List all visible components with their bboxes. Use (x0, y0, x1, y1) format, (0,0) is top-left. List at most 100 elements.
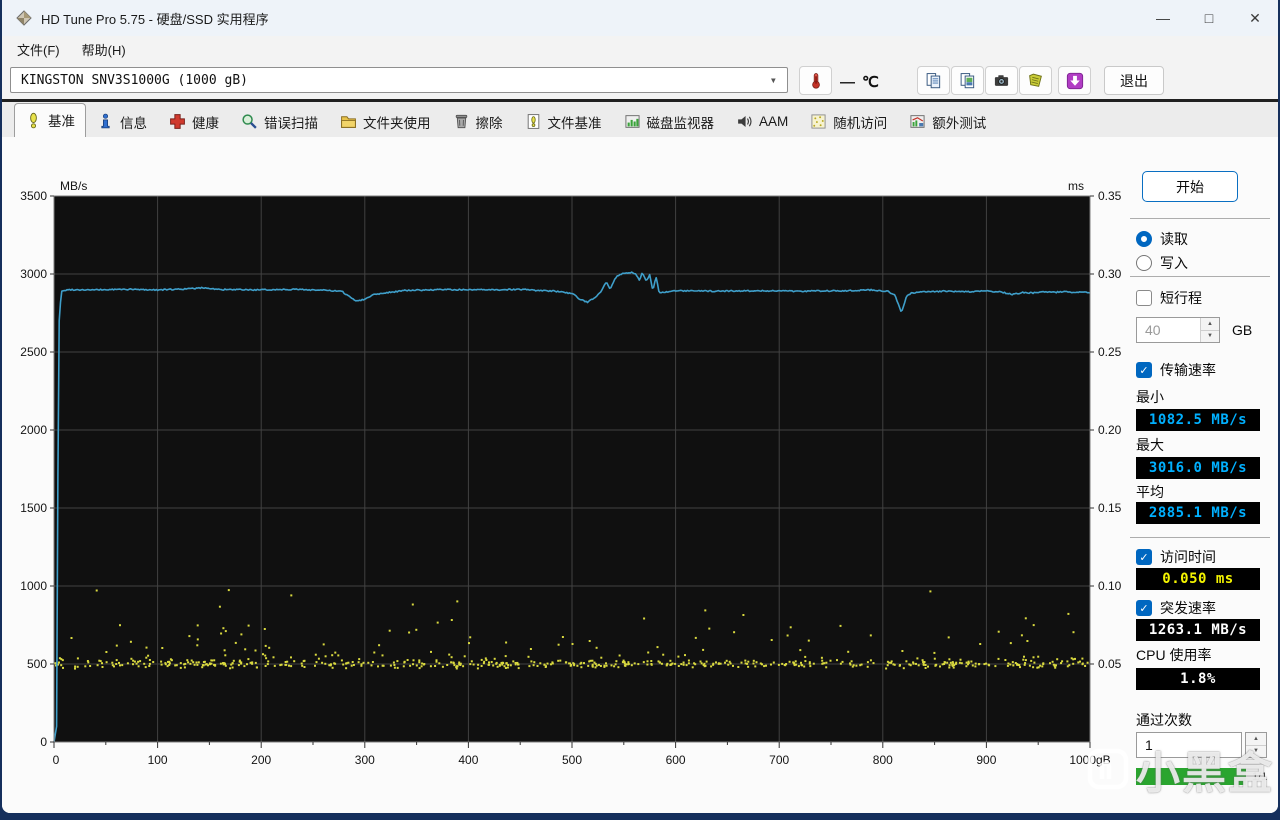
pass-count-label: 通过次数 (1136, 712, 1192, 728)
close-button[interactable]: ✕ (1232, 0, 1278, 36)
tab-label: 文件夹使用 (363, 115, 431, 131)
tab-label: 错误扫描 (264, 115, 318, 131)
tab-bar: 基准 信息 健康 错误扫描 文件夹使用 擦除 文件基准 磁盘监视器 AAM 随机… (2, 102, 1278, 137)
chevron-down-icon: ▾ (769, 73, 777, 87)
menu-help[interactable]: 帮助(H) (73, 37, 135, 62)
tab-benchmark[interactable]: 基准 (14, 103, 86, 137)
short-stroke-label: 短行程 (1160, 290, 1202, 306)
svg-text:0.10: 0.10 (1098, 579, 1122, 593)
access-time-display: 0.050 ms (1136, 568, 1260, 590)
speaker-icon (738, 115, 752, 128)
copy-text-button[interactable] (917, 66, 950, 95)
tab-random-access[interactable]: 随机访问 (799, 106, 898, 137)
access-time-label: 访问时间 (1160, 549, 1216, 565)
tab-disk-monitor[interactable]: 磁盘监视器 (613, 106, 726, 137)
tab-erase[interactable]: 擦除 (442, 106, 514, 137)
benchmark-plot: 05001000150020002500300035000.050.100.15… (20, 179, 1122, 767)
save-button[interactable] (1019, 66, 1052, 95)
temperature-unit: ℃ (862, 74, 879, 91)
export-button[interactable] (1058, 66, 1091, 95)
disk-monitor-icon (624, 115, 640, 128)
read-radio-row[interactable]: 读取 (1136, 229, 1188, 249)
svg-text:300: 300 (355, 753, 375, 767)
info-icon (101, 113, 110, 129)
transfer-rate-label: 传输速率 (1160, 362, 1216, 378)
read-label: 读取 (1160, 231, 1188, 247)
write-radio-row[interactable]: 写入 (1136, 253, 1188, 273)
tab-error-scan[interactable]: 错误扫描 (230, 106, 329, 137)
short-stroke-size-input[interactable]: 40 ▲ ▼ (1136, 317, 1220, 343)
separator (1130, 537, 1270, 538)
transfer-rate-row[interactable]: ✓ 传输速率 (1136, 360, 1216, 380)
short-stroke-checkbox[interactable] (1136, 290, 1152, 306)
menu-bar: 文件(F) 帮助(H) (2, 36, 1278, 62)
svg-text:500: 500 (562, 753, 582, 767)
tab-folder-usage[interactable]: 文件夹使用 (329, 106, 442, 137)
maximize-button[interactable]: □ (1186, 0, 1232, 36)
cpu-usage-label: CPU 使用率 (1136, 647, 1212, 663)
pass-count-input[interactable]: 1 (1136, 732, 1242, 758)
tab-aam[interactable]: AAM (725, 106, 799, 137)
svg-text:0: 0 (40, 735, 47, 749)
spin-up-icon[interactable]: ▲ (1201, 318, 1219, 330)
tab-label: 擦除 (475, 115, 503, 131)
transfer-rate-checkbox[interactable]: ✓ (1136, 362, 1152, 378)
svg-text:400: 400 (458, 753, 478, 767)
avg-label: 平均 (1136, 484, 1164, 500)
short-stroke-size-value: 40 (1145, 322, 1161, 338)
file-benchmark-icon (527, 114, 539, 129)
window-title: HD Tune Pro 5.75 - 硬盘/SSD 实用程序 (41, 11, 269, 27)
app-window: HD Tune Pro 5.75 - 硬盘/SSD 实用程序 — □ ✕ 文件(… (2, 0, 1278, 813)
spin-down-icon[interactable]: ▼ (1201, 329, 1219, 342)
spin-down-icon[interactable]: ▼ (1246, 744, 1266, 757)
access-time-row[interactable]: ✓ 访问时间 (1136, 547, 1216, 567)
tab-info[interactable]: 信息 (86, 106, 158, 137)
burst-rate-checkbox[interactable]: ✓ (1136, 600, 1152, 616)
menu-file[interactable]: 文件(F) (8, 37, 69, 62)
svg-text:0.05: 0.05 (1098, 657, 1122, 671)
tab-health[interactable]: 健康 (158, 106, 230, 137)
separator (1130, 276, 1270, 277)
separator (1130, 218, 1270, 219)
tab-file-benchmark[interactable]: 文件基准 (514, 106, 613, 137)
spin-up-icon[interactable]: ▲ (1246, 733, 1266, 745)
max-value-display: 3016.0 MB/s (1136, 457, 1260, 479)
minimize-button[interactable]: — (1140, 0, 1186, 36)
svg-text:1000: 1000 (20, 579, 47, 593)
copy-image-button[interactable] (951, 66, 984, 95)
svg-text:0: 0 (53, 753, 60, 767)
download-arrow-icon (1066, 72, 1083, 89)
folder-icon (341, 116, 356, 128)
max-label: 最大 (1136, 437, 1164, 453)
svg-text:MB/s: MB/s (60, 179, 87, 193)
pass-count-spinner[interactable]: ▲ ▼ (1245, 732, 1267, 758)
svg-text:1000gB: 1000gB (1069, 753, 1110, 767)
temperature-button[interactable] (799, 66, 832, 95)
start-button[interactable]: 开始 (1142, 171, 1238, 202)
write-radio[interactable] (1136, 255, 1152, 271)
title-bar: HD Tune Pro 5.75 - 硬盘/SSD 实用程序 — □ ✕ (2, 0, 1278, 36)
svg-text:500: 500 (27, 657, 47, 671)
short-stroke-row[interactable]: 短行程 (1136, 288, 1202, 308)
svg-text:2000: 2000 (20, 423, 47, 437)
burst-rate-label: 突发速率 (1160, 600, 1216, 616)
burst-rate-row[interactable]: ✓ 突发速率 (1136, 598, 1216, 618)
tab-label: 磁盘监视器 (646, 115, 715, 131)
burst-rate-display: 1263.1 MB/s (1136, 619, 1260, 641)
tab-extra-tests[interactable]: 额外测试 (898, 106, 997, 137)
svg-text:700: 700 (769, 753, 789, 767)
main-area: 0 500 1000 1500 2000 2500 3000 3500 0.05 0.10 0.15… (2, 137, 1278, 813)
thermometer-icon (812, 73, 820, 89)
short-stroke-spinner[interactable]: ▲ ▼ (1200, 318, 1219, 342)
gb-unit-label: GB (1232, 322, 1253, 338)
access-time-checkbox[interactable]: ✓ (1136, 549, 1152, 565)
health-cross-icon (170, 114, 185, 129)
drive-select[interactable]: KINGSTON SNV3S1000G (1000 gB) ▾ (10, 67, 788, 93)
min-label: 最小 (1136, 389, 1164, 405)
copy-image-icon (960, 73, 975, 89)
min-value-display: 1082.5 MB/s (1136, 409, 1260, 431)
screenshot-button[interactable] (985, 66, 1018, 95)
progress-text: 1/1 (1252, 771, 1268, 783)
read-radio[interactable] (1136, 231, 1152, 247)
exit-button[interactable]: 退出 (1104, 66, 1164, 95)
